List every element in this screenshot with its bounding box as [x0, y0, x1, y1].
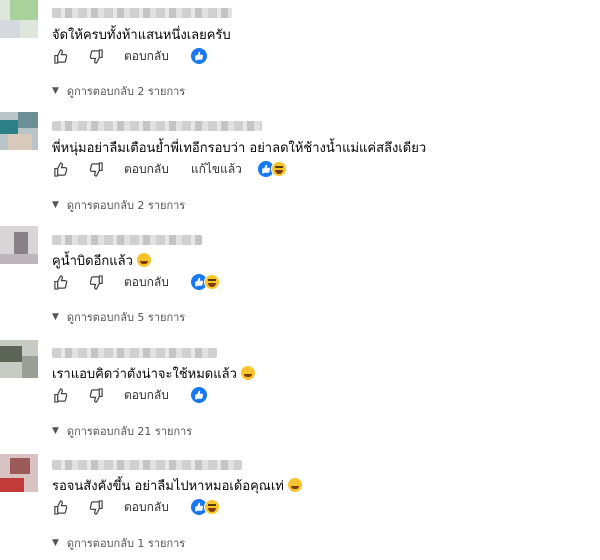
comment-text-content: คูน้ำบิดอีกแล้ว [52, 254, 133, 269]
avatar[interactable] [0, 0, 38, 38]
reaction-summary[interactable] [190, 274, 220, 290]
reaction-summary[interactable] [190, 48, 207, 64]
like-icon[interactable] [52, 48, 68, 64]
comment-actions: ตอบกลับ [52, 385, 207, 405]
like-icon[interactable] [52, 387, 68, 403]
like-icon[interactable] [52, 499, 68, 515]
like-icon[interactable] [52, 161, 68, 177]
reply-button[interactable]: ตอบกลับ [124, 273, 169, 292]
like-reaction-icon [190, 387, 207, 403]
reply-button[interactable]: ตอบกลับ [124, 498, 169, 517]
view-replies-link[interactable]: ▼ ดูการตอบกลับ 2 รายการ [52, 82, 185, 100]
chevron-down-icon: ▼ [52, 86, 59, 96]
comment-text-content: เราแอบคิดว่าตังน่าจะใช้หมดแล้ว [52, 367, 237, 382]
chevron-down-icon: ▼ [52, 426, 59, 436]
dislike-icon[interactable] [88, 387, 104, 403]
view-replies-link[interactable]: ▼ ดูการตอบกลับ 1 รายการ [52, 534, 185, 552]
comment-text: จัดให้ครบทั้งห้าแสนหนึ่งเลยครับ [52, 28, 231, 43]
comment-actions: ตอบกลับ [52, 497, 220, 517]
comment-text: คูน้ำบิดอีกแล้ว [52, 250, 151, 271]
reaction-summary[interactable] [190, 499, 220, 515]
avatar[interactable] [0, 454, 38, 492]
dislike-icon[interactable] [88, 499, 104, 515]
commenter-name[interactable] [52, 8, 232, 18]
dislike-icon[interactable] [88, 161, 104, 177]
comment-text-content: รอจนสังคังขึ้น อย่าลืมไปหาหมอเด้อคุณเท่ [52, 479, 284, 494]
comment: พี่หนุ่มอย่าลืมเตือนย้ำพี่เทอีกรอบว่า อย… [0, 112, 600, 224]
view-replies-link[interactable]: ▼ ดูการตอบกลับ 2 รายการ [52, 196, 185, 214]
comment: เราแอบคิดว่าตังน่าจะใช้หมดแล้ว ตอบกลับ ▼… [0, 340, 600, 452]
comment: จัดให้ครบทั้งห้าแสนหนึ่งเลยครับ ตอบกลับ … [0, 0, 600, 112]
like-reaction-icon [190, 48, 207, 64]
replies-label: ดูการตอบกลับ 2 รายการ [66, 199, 186, 212]
view-replies-link[interactable]: ▼ ดูการตอบกลับ 21 รายการ [52, 422, 192, 440]
reply-button[interactable]: ตอบกลับ [124, 47, 169, 66]
rofl-emoji-icon [287, 478, 302, 492]
dislike-icon[interactable] [88, 274, 104, 290]
reply-button[interactable]: ตอบกลับ [124, 386, 169, 405]
comment-actions: ตอบกลับ แก้ไขแล้ว [52, 159, 287, 179]
replies-label: ดูการตอบกลับ 5 รายการ [66, 311, 186, 324]
like-icon[interactable] [52, 274, 68, 290]
commenter-name[interactable] [52, 235, 202, 245]
comment: คูน้ำบิดอีกแล้ว ตอบกลับ ▼ ดูการตอบกลับ 5… [0, 226, 600, 338]
comment-text: รอจนสังคังขึ้น อย่าลืมไปหาหมอเด้อคุณเท่ [52, 475, 302, 496]
comment-text: พี่หนุ่มอย่าลืมเตือนย้ำพี่เทอีกรอบว่า อย… [52, 141, 427, 156]
edited-label[interactable]: แก้ไขแล้ว [191, 160, 242, 179]
comment: รอจนสังคังขึ้น อย่าลืมไปหาหมอเด้อคุณเท่ … [0, 452, 600, 560]
avatar[interactable] [0, 112, 38, 150]
avatar[interactable] [0, 340, 38, 378]
haha-reaction-icon [203, 274, 220, 290]
comment-text: เราแอบคิดว่าตังน่าจะใช้หมดแล้ว [52, 363, 255, 384]
commenter-name[interactable] [52, 348, 217, 358]
commenter-name[interactable] [52, 460, 242, 470]
laugh-emoji-icon [240, 366, 255, 380]
replies-label: ดูการตอบกลับ 21 รายการ [66, 425, 193, 438]
haha-reaction-icon [203, 499, 220, 515]
rofl-emoji-icon [136, 253, 151, 267]
chevron-down-icon: ▼ [52, 538, 59, 548]
haha-reaction-icon [270, 161, 287, 177]
reply-button[interactable]: ตอบกลับ [124, 160, 169, 179]
chevron-down-icon: ▼ [52, 312, 59, 322]
replies-label: ดูการตอบกลับ 1 รายการ [66, 537, 186, 550]
reaction-summary[interactable] [257, 161, 287, 177]
reaction-summary[interactable] [190, 387, 207, 403]
replies-label: ดูการตอบกลับ 2 รายการ [66, 85, 186, 98]
view-replies-link[interactable]: ▼ ดูการตอบกลับ 5 รายการ [52, 308, 185, 326]
avatar[interactable] [0, 226, 38, 264]
comment-actions: ตอบกลับ [52, 272, 220, 292]
dislike-icon[interactable] [88, 48, 104, 64]
comment-actions: ตอบกลับ [52, 46, 207, 66]
commenter-name[interactable] [52, 121, 262, 131]
chevron-down-icon: ▼ [52, 200, 59, 210]
